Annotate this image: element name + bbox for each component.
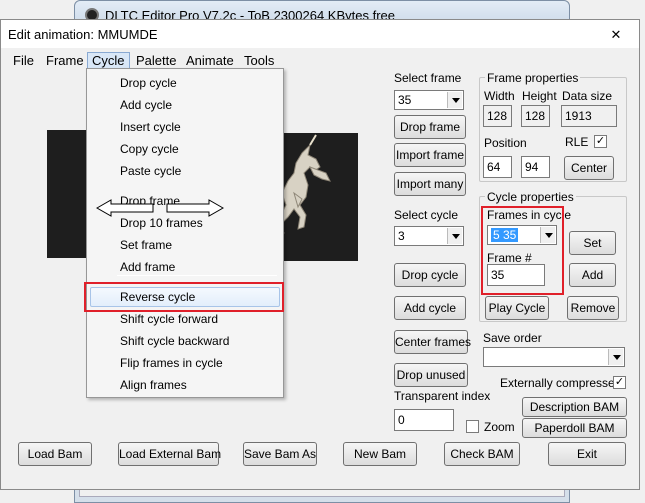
zoom-checkbox[interactable]	[466, 420, 479, 433]
transparent-index-input[interactable]: 0	[394, 409, 454, 431]
menu-item-shift-cycle-backward[interactable]: Shift cycle backward	[90, 331, 280, 351]
cycle-dropdown-menu: Drop cycle Add cycle Insert cycle Copy c…	[86, 68, 284, 398]
externally-compressed-checkbox[interactable]: ✓	[613, 376, 626, 389]
menu-item-add-frame[interactable]: Add frame	[90, 257, 280, 277]
frames-in-cycle-value: 5 35	[491, 228, 519, 242]
chevron-down-icon[interactable]	[540, 227, 555, 243]
select-frame-combo[interactable]: 35	[394, 90, 464, 110]
add-cycle-button[interactable]: Add cycle	[394, 296, 466, 320]
transparent-index-label: Transparent index	[394, 389, 491, 403]
previous-frame-preview	[47, 130, 87, 258]
paperdoll-bam-button[interactable]: Paperdoll BAM	[522, 418, 627, 438]
frame-number-label: Frame #	[487, 251, 532, 265]
load-bam-button[interactable]: Load Bam	[18, 442, 92, 466]
height-field: 128	[521, 105, 550, 127]
data-size-label: Data size	[562, 89, 613, 103]
width-label: Width	[484, 89, 515, 103]
menu-animate[interactable]: Animate	[181, 52, 239, 69]
menu-frame[interactable]: Frame	[41, 52, 89, 69]
menu-item-add-cycle[interactable]: Add cycle	[90, 95, 280, 115]
cycle-properties-title: Cycle properties	[485, 190, 576, 204]
drop-unused-button[interactable]: Drop unused	[394, 363, 468, 387]
frames-in-cycle-label: Frames in cycle	[487, 208, 572, 222]
frame-properties-title: Frame properties	[485, 71, 581, 85]
menu-item-drop-cycle[interactable]: Drop cycle	[90, 73, 280, 93]
select-cycle-combo[interactable]: 3	[394, 226, 464, 246]
drop-cycle-button[interactable]: Drop cycle	[394, 263, 466, 287]
menu-item-insert-cycle[interactable]: Insert cycle	[90, 117, 280, 137]
zoom-label: Zoom	[484, 420, 515, 434]
description-bam-button[interactable]: Description BAM	[522, 397, 627, 417]
save-order-combo[interactable]	[483, 347, 625, 367]
chevron-down-icon[interactable]	[447, 92, 462, 108]
menu-file[interactable]: File	[8, 52, 39, 69]
width-field: 128	[483, 105, 512, 127]
menu-item-copy-cycle[interactable]: Copy cycle	[90, 139, 280, 159]
menu-item-paste-cycle[interactable]: Paste cycle	[90, 161, 280, 181]
frames-in-cycle-combo[interactable]: 5 35	[487, 225, 557, 245]
menu-item-align-frames[interactable]: Align frames	[90, 375, 280, 395]
chevron-down-icon[interactable]	[608, 349, 623, 365]
menu-item-reverse-cycle[interactable]: Reverse cycle	[90, 287, 280, 307]
position-y-input[interactable]: 94	[521, 156, 550, 178]
select-frame-value: 35	[398, 93, 412, 107]
position-label: Position	[484, 136, 527, 150]
chevron-down-icon[interactable]	[447, 228, 462, 244]
check-bam-button[interactable]: Check BAM	[444, 442, 520, 466]
data-size-field: 1913	[561, 105, 617, 127]
menu-separator	[117, 275, 277, 276]
externally-compressed-label: Externally compressed	[500, 376, 622, 390]
rle-checkbox[interactable]: ✓	[594, 135, 607, 148]
center-button[interactable]: Center	[564, 156, 614, 180]
import-frame-button[interactable]: Import frame	[394, 143, 466, 167]
menu-item-set-frame[interactable]: Set frame	[90, 235, 280, 255]
save-bam-as-button[interactable]: Save Bam As	[243, 442, 317, 466]
dialog-title: Edit animation: MMUMDE	[8, 27, 158, 42]
add-frame-to-cycle-button[interactable]: Add	[569, 263, 616, 287]
play-cycle-button[interactable]: Play Cycle	[485, 296, 549, 320]
save-order-label: Save order	[483, 331, 542, 345]
menu-cycle[interactable]: Cycle	[87, 52, 130, 69]
center-frames-button[interactable]: Center frames	[394, 330, 471, 354]
menu-tools[interactable]: Tools	[239, 52, 279, 69]
rle-label: RLE	[565, 135, 589, 149]
new-bam-button[interactable]: New Bam	[343, 442, 417, 466]
select-cycle-value: 3	[398, 229, 405, 243]
height-label: Height	[522, 89, 557, 103]
set-button[interactable]: Set	[569, 231, 616, 255]
load-external-bam-button[interactable]: Load External Bam	[118, 442, 221, 466]
select-frame-label: Select frame	[394, 71, 462, 85]
menu-item-shift-cycle-forward[interactable]: Shift cycle forward	[90, 309, 280, 329]
dialog-titlebar[interactable]: Edit animation: MMUMDE ✕	[1, 20, 639, 48]
exit-button[interactable]: Exit	[548, 442, 626, 466]
position-x-input[interactable]: 64	[483, 156, 512, 178]
menu-item-flip-frames[interactable]: Flip frames in cycle	[90, 353, 280, 373]
double-arrow-icon	[95, 199, 225, 217]
drop-frame-button[interactable]: Drop frame	[394, 115, 466, 139]
frame-number-input[interactable]: 35	[487, 264, 545, 286]
remove-button[interactable]: Remove	[567, 296, 619, 320]
import-many-button[interactable]: Import many	[394, 172, 466, 196]
select-cycle-label: Select cycle	[394, 208, 459, 222]
menu-palette[interactable]: Palette	[131, 52, 181, 69]
close-icon[interactable]: ✕	[609, 28, 623, 42]
